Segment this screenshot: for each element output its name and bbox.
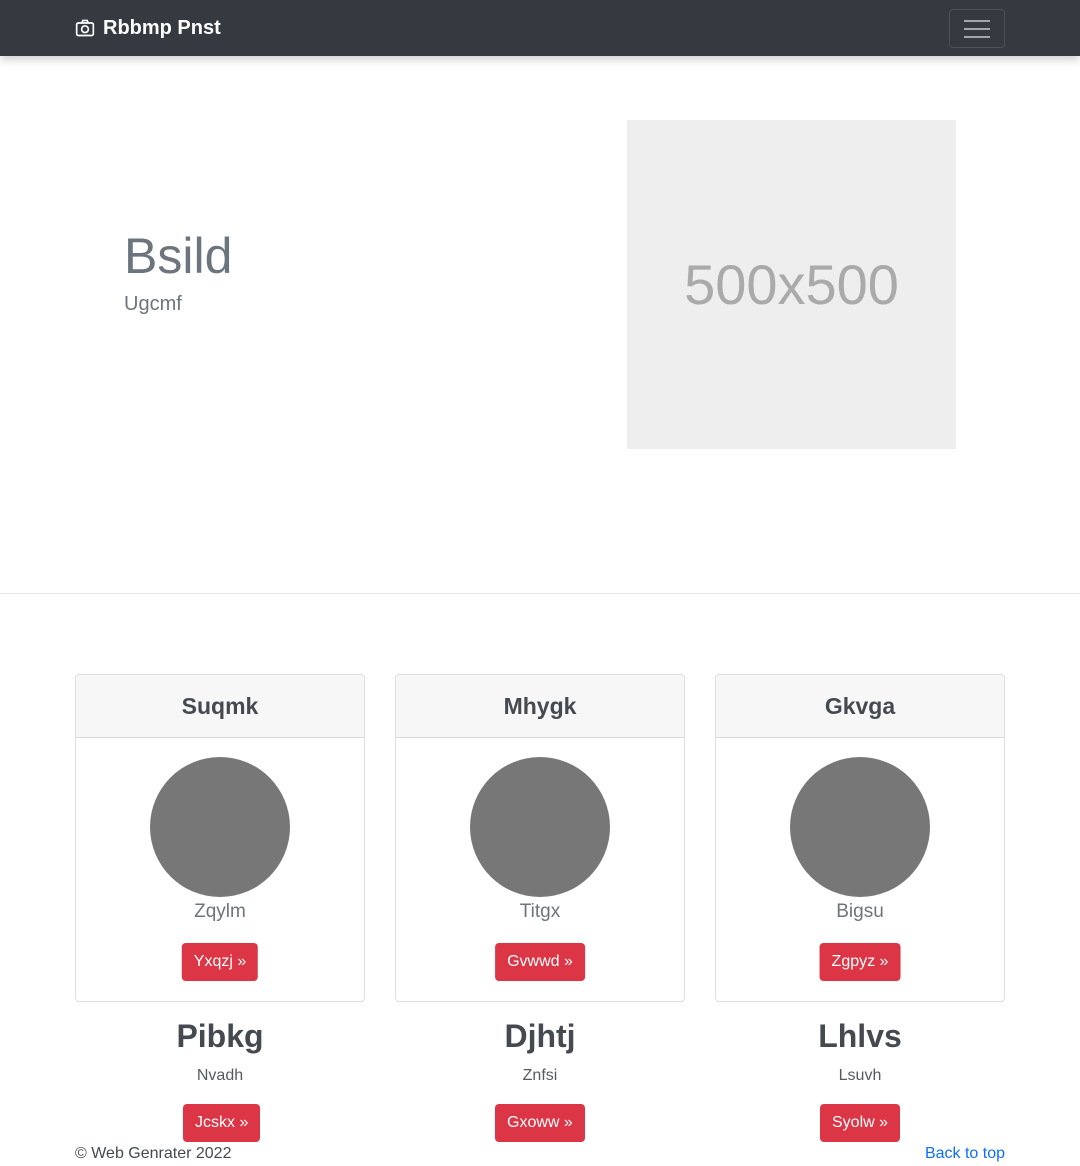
avatar [470,757,610,897]
brand-name: Rbbmp Pnst [103,16,221,39]
footer-copyright: © Web Genrater 2022 [75,1145,232,1162]
brand-link[interactable]: Rbbmp Pnst [75,0,221,56]
hamburger-icon-bar [964,19,990,22]
profile-card: Gkvga Bigsu Zgpyz » [715,674,1005,1002]
camera-icon [75,19,95,37]
card-name: Bigsu [836,901,884,922]
hero-image-placeholder: 500x500 [627,120,956,449]
card-name: Titgx [519,901,561,922]
feature-button[interactable]: Gxoww » [495,1104,585,1142]
placeholder-label: 500x500 [684,253,899,316]
card-button[interactable]: Zgpyz » [819,943,901,981]
card-name: Zqylm [194,901,246,922]
profile-card: Suqmk Zqylm Yxqzj » [75,674,365,1002]
card-header: Suqmk [76,675,364,738]
feature-subtitle: Znfsi [522,1067,558,1084]
hamburger-icon-bar [964,27,990,30]
avatar [790,757,930,897]
navbar-toggle-button[interactable] [949,9,1005,48]
avatar [150,757,290,897]
back-to-top-link[interactable]: Back to top [925,1145,1005,1163]
feature-subtitle: Nvadh [196,1067,244,1084]
card-header: Mhygk [396,675,684,738]
feature-button[interactable]: Syolw » [820,1104,901,1142]
card-button[interactable]: Gvwwd » [495,943,585,981]
hamburger-icon-bar [964,35,990,38]
hero-subtitle: Ugcmf [124,293,182,315]
top-navbar: Rbbmp Pnst [0,0,1080,56]
card-header: Gkvga [716,675,1004,738]
feature-title: Lhlvs [818,1018,902,1054]
feature-button[interactable]: Jcskx » [183,1104,261,1142]
section-divider [0,593,1080,594]
feature-subtitle: Lsuvh [838,1067,882,1084]
hero-title: Bsild [124,228,233,284]
feature-title: Pibkg [176,1018,264,1054]
feature-title: Djhtj [504,1018,576,1054]
card-button[interactable]: Yxqzj » [181,943,259,981]
profile-card: Mhygk Titgx Gvwwd » [395,674,685,1002]
